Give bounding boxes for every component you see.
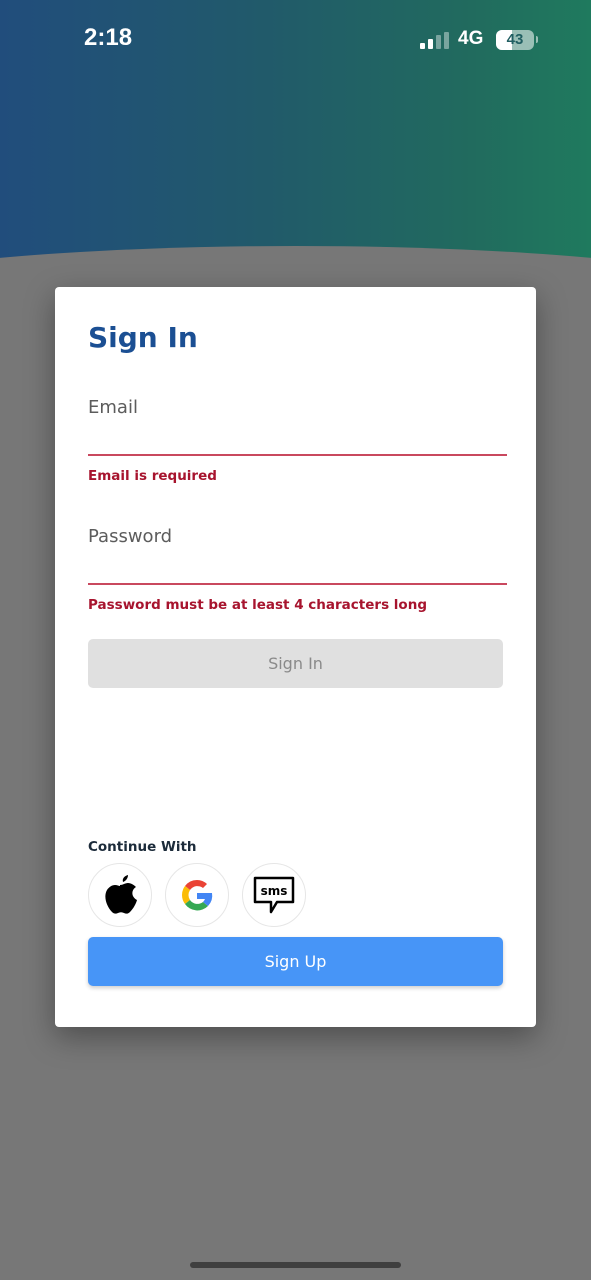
google-icon (182, 880, 213, 911)
google-sign-in-button[interactable] (165, 863, 229, 927)
password-label: Password (88, 526, 173, 547)
battery-tip (536, 36, 538, 43)
continue-with-label: Continue With (88, 839, 197, 855)
sms-sign-in-button[interactable]: sms (242, 863, 306, 927)
signal-strength-icon (420, 32, 450, 49)
apple-icon (105, 875, 137, 914)
home-indicator[interactable] (190, 1262, 401, 1268)
password-field[interactable] (88, 553, 507, 585)
network-type: 4G (458, 28, 484, 49)
sign-in-button[interactable]: Sign In (88, 639, 503, 688)
email-label: Email (88, 397, 138, 418)
status-time: 2:18 (84, 24, 133, 51)
sign-up-button[interactable]: Sign Up (88, 937, 503, 986)
password-field-group: Password Password must be at least 4 cha… (88, 526, 507, 613)
sign-in-card: Sign In Email Email is required Password… (55, 287, 536, 1027)
sms-icon: sms (253, 876, 295, 914)
email-field[interactable] (88, 424, 507, 456)
apple-sign-in-button[interactable] (88, 863, 152, 927)
svg-text:sms: sms (261, 884, 288, 898)
battery-percent: 43 (506, 31, 524, 48)
email-error: Email is required (88, 468, 217, 484)
status-bar: 2:18 4G 43 (0, 0, 591, 80)
email-field-group: Email Email is required (88, 397, 507, 484)
battery-icon: 43 (496, 30, 534, 50)
password-error: Password must be at least 4 characters l… (88, 597, 427, 613)
page-title: Sign In (88, 321, 198, 354)
